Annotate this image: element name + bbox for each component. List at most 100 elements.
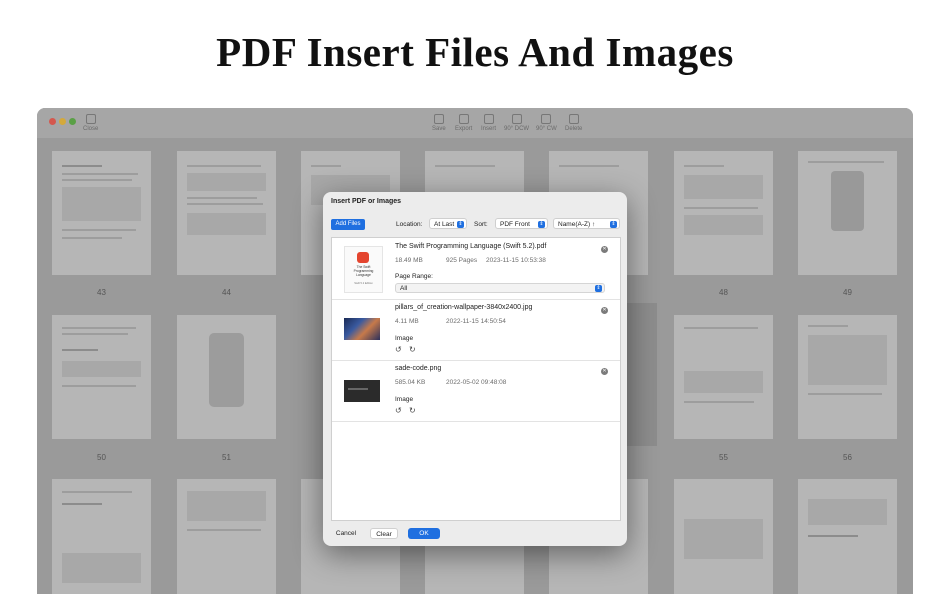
remove-file-icon[interactable]: ✕ (601, 368, 608, 375)
cover-subtitle: Swift 5.2 Edition (354, 282, 373, 285)
chevron-updown-icon: ⇕ (538, 221, 545, 228)
code-block (62, 553, 141, 583)
text-line (62, 491, 132, 493)
insert-icon (483, 114, 494, 124)
file-date: 2023-11-15 10:53:38 (486, 257, 546, 264)
code-block (62, 361, 141, 377)
page-thumbnail[interactable] (177, 151, 276, 275)
toolbar-export-button[interactable]: Export (455, 114, 472, 132)
page-thumbnail[interactable] (674, 315, 773, 439)
page-thumbnail[interactable] (798, 479, 897, 594)
code-block (187, 173, 266, 191)
page-number: 56 (843, 453, 852, 462)
rotate-right-icon[interactable]: ↻ (409, 406, 416, 415)
export-icon (458, 114, 469, 124)
toolbar-delete-button[interactable]: Delete (565, 114, 582, 132)
clear-button[interactable]: Clear (370, 528, 398, 539)
ok-button[interactable]: OK (408, 528, 440, 539)
remove-file-icon[interactable]: ✕ (601, 246, 608, 253)
text-line (684, 207, 758, 209)
toolbar-insert-button[interactable]: Insert (481, 114, 496, 132)
cancel-button[interactable]: Cancel (331, 528, 361, 539)
toolbar-rotate-ccw-button[interactable]: 90° DCW (504, 114, 529, 132)
page-thumbnail[interactable] (798, 315, 897, 439)
file-item-image[interactable]: pillars_of_creation-wallpaper-3840x2400.… (332, 300, 620, 361)
headline: PDF Insert Files And Images (216, 29, 734, 75)
remove-file-icon[interactable]: ✕ (601, 307, 608, 314)
text-line (187, 165, 261, 167)
code-line (348, 388, 368, 390)
toolbar-save-button[interactable]: Save (432, 114, 446, 132)
file-name: The Swift Programming Language (Swift 5.… (395, 243, 547, 250)
location-select[interactable]: At Last ⇕ (429, 218, 467, 229)
page-thumbnail[interactable] (52, 479, 151, 594)
text-line (62, 165, 102, 167)
rotate-cw-icon (541, 114, 552, 124)
sort-select[interactable]: PDF Front ⇕ (495, 218, 548, 229)
dialog-title: Insert PDF or Images (331, 198, 402, 205)
rotate-left-icon[interactable]: ↺ (395, 345, 402, 354)
toolbar: Close Save Export Insert 90° DCW 90° CW … (37, 108, 913, 138)
page-thumbnail[interactable] (674, 151, 773, 275)
text-line (62, 333, 128, 335)
file-kind: Image (395, 396, 414, 403)
page-range-value: All (400, 285, 408, 292)
zoom-window-button[interactable] (69, 118, 76, 125)
page-range-label: Page Range: (395, 273, 433, 280)
phone-figure (209, 333, 244, 407)
figure-block (684, 371, 763, 393)
toolbar-rotate-cw-button[interactable]: 90° CW (536, 114, 557, 132)
sort-label: Sort: (474, 221, 488, 228)
phone-figure (831, 171, 864, 231)
page-thumbnail[interactable] (52, 151, 151, 275)
text-line (559, 165, 619, 167)
text-line (435, 165, 495, 167)
table-block (684, 519, 763, 559)
page-number: 48 (719, 288, 728, 297)
page-thumbnail[interactable] (798, 151, 897, 275)
toolbar-close-button[interactable]: Close (83, 114, 98, 132)
text-line (684, 327, 758, 329)
figure-block (808, 335, 887, 385)
swift-logo-icon (357, 252, 369, 263)
text-line (62, 349, 98, 351)
sort-value: PDF Front (500, 221, 530, 228)
add-files-button[interactable]: Add Files (331, 219, 365, 230)
order-select[interactable]: Name(A-Z) ↑ ⇕ (553, 218, 620, 229)
figure-block (684, 175, 763, 199)
chevron-updown-icon: ⇕ (595, 285, 602, 292)
page-thumbnail[interactable] (674, 479, 773, 594)
file-item-image[interactable]: sade-code.png ✕ 585.04 KB 2022-05-02 09:… (332, 361, 620, 422)
file-size: 18.49 MB (395, 257, 423, 264)
page-thumbnail[interactable] (177, 315, 276, 439)
page-count: 925 Pages (446, 257, 478, 264)
minimize-window-button[interactable] (59, 118, 66, 125)
text-line (62, 327, 136, 329)
file-kind: Image (395, 335, 414, 342)
insert-dialog: Insert PDF or Images Add Files Location:… (323, 192, 627, 546)
rotate-ccw-icon (511, 114, 522, 124)
page-thumbnail[interactable] (52, 315, 151, 439)
text-line (62, 179, 132, 181)
location-value: At Last (434, 221, 455, 228)
page-range-select[interactable]: All ⇕ (395, 283, 605, 293)
text-line (187, 197, 257, 199)
page-number: 44 (222, 288, 231, 297)
rotate-right-icon[interactable]: ↻ (409, 345, 416, 354)
code-block (808, 499, 887, 525)
text-line (62, 385, 136, 387)
file-date: 2022-11-15 14:50:54 (446, 318, 506, 325)
save-icon (433, 114, 444, 124)
page-number: 43 (97, 288, 106, 297)
close-window-button[interactable] (49, 118, 56, 125)
file-date: 2022-05-02 09:48:08 (446, 379, 507, 386)
order-value: Name(A-Z) ↑ (558, 221, 596, 228)
rotate-left-icon[interactable]: ↺ (395, 406, 402, 415)
page-thumbnail[interactable] (177, 479, 276, 594)
pdf-cover-thumbnail: The Swift Programming Language Swift 5.2… (344, 246, 383, 293)
page-number: 50 (97, 453, 106, 462)
trash-icon (568, 114, 579, 124)
text-line (684, 165, 724, 167)
text-line (808, 535, 858, 537)
cover-title: The Swift Programming Language (353, 265, 374, 277)
